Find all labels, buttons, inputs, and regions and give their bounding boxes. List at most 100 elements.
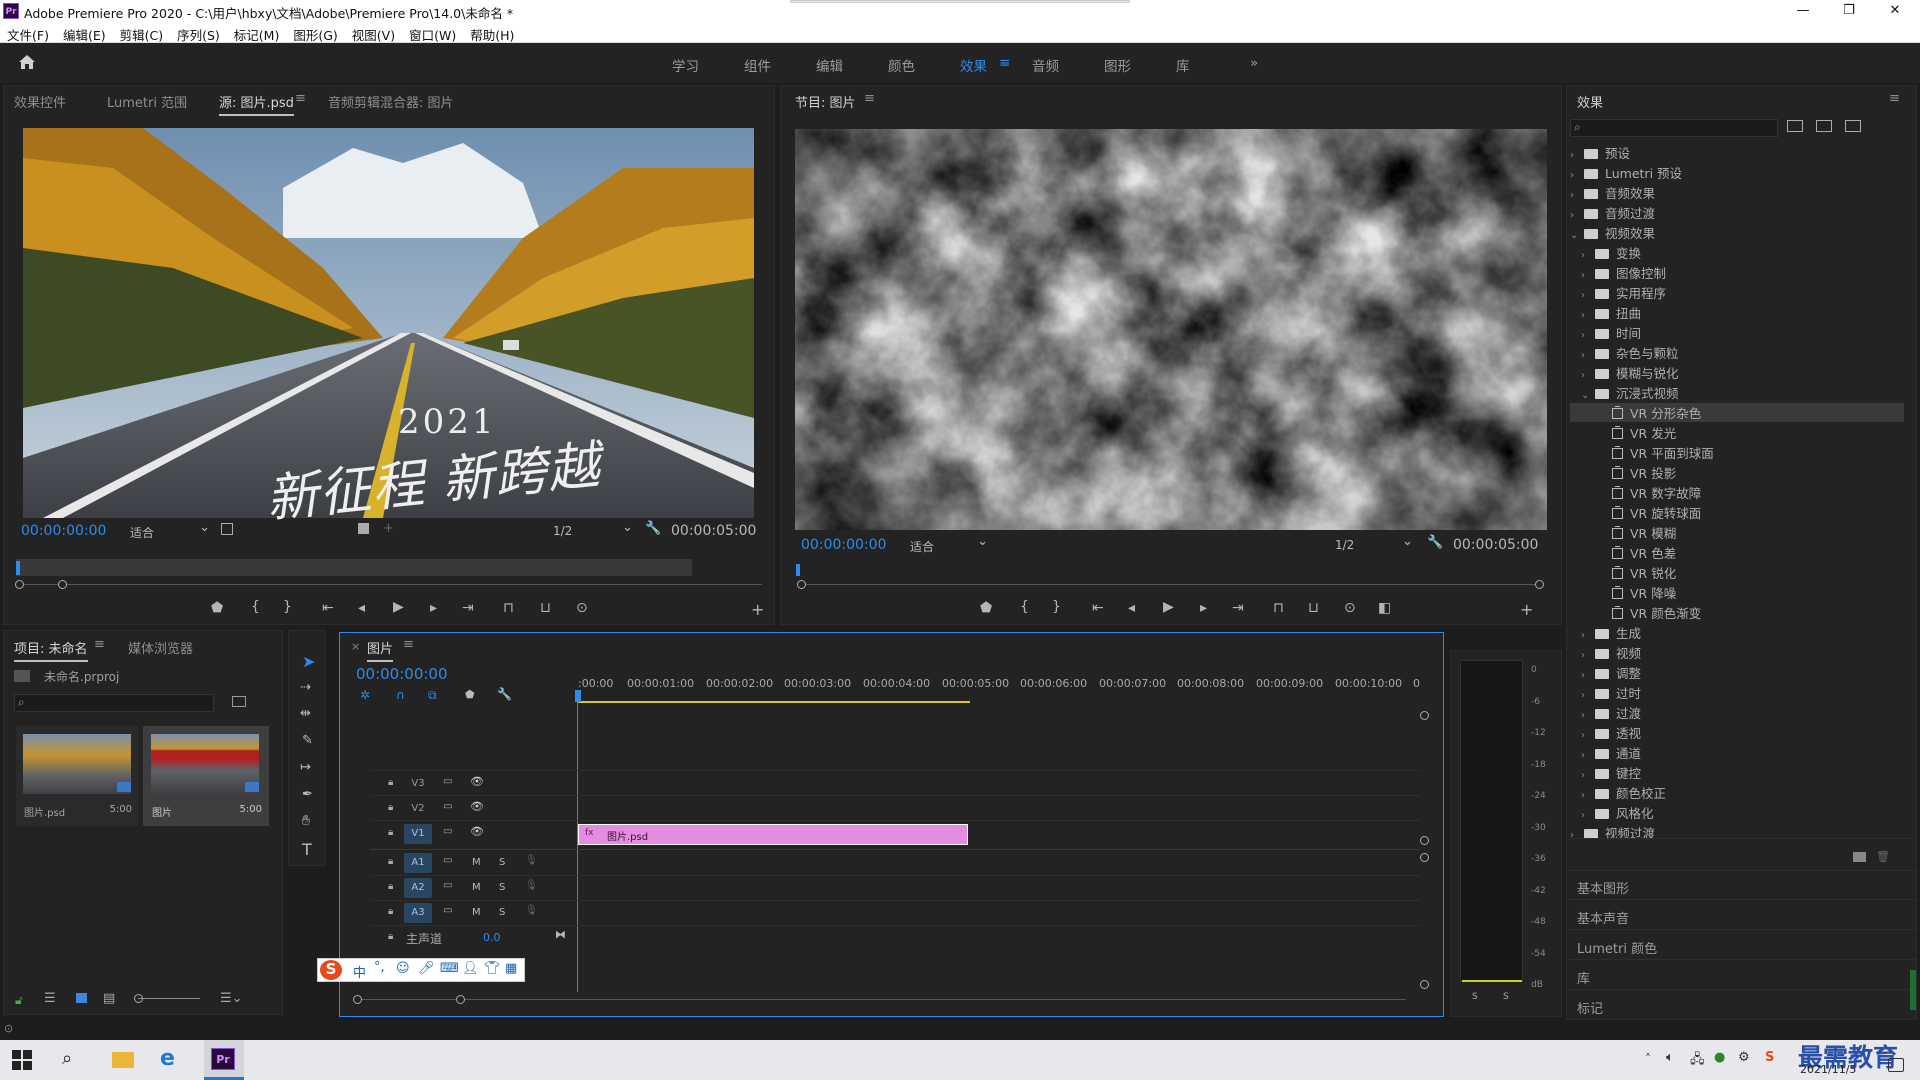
source-step-forward-icon[interactable]: ▸ [430, 600, 437, 616]
program-extract-icon[interactable]: ⊔ [1308, 600, 1319, 616]
program-zoom-bar[interactable] [800, 584, 1540, 585]
sequence-tab-menu-icon[interactable]: ≡ [403, 637, 414, 652]
timeline-clip[interactable]: fx 图片.psd [578, 824, 968, 845]
lock-icon[interactable]: 🔒︎ [388, 827, 393, 838]
essential-graphics-panel[interactable]: 基本图形 [1577, 878, 1629, 897]
solo-button[interactable]: S [499, 857, 505, 868]
effect-item[interactable]: VR 锐化 [1570, 563, 1676, 582]
ime-voice-icon[interactable]: 🎤︎ [418, 961, 435, 976]
project-item-sequence[interactable]: 图片 5:00 [143, 726, 269, 826]
master-volume-value[interactable]: 0.0 [483, 931, 501, 944]
eye-icon[interactable]: 👁︎ [470, 825, 484, 838]
effects-folder[interactable]: › 通道 [1570, 743, 1641, 762]
list-view-icon[interactable]: ☰ [44, 991, 56, 1006]
workspace-learn[interactable]: 学习 [672, 55, 699, 75]
effects-folder[interactable]: › 模糊与锐化 [1570, 363, 1679, 382]
program-zoom-handle-left[interactable] [797, 580, 806, 589]
voice-over-mic-icon[interactable]: 🎙︎ [525, 855, 538, 866]
source-zoom-handle-left[interactable] [15, 580, 24, 589]
project-search-input[interactable] [14, 694, 214, 712]
solo-button[interactable]: S [499, 907, 505, 918]
sync-lock-icon[interactable]: ▭ [443, 776, 452, 787]
effect-item[interactable]: VR 发光 [1570, 423, 1676, 442]
timeline-timecode[interactable]: 00:00:00:00 [356, 665, 448, 683]
source-step-back-icon[interactable]: ◂ [358, 600, 365, 616]
close-sequence-icon[interactable]: × [351, 640, 360, 653]
program-fit-dropdown[interactable]: 适合 [910, 534, 988, 555]
track-select-tool-icon[interactable]: ⇢ [300, 680, 311, 695]
chevron-right-icon[interactable]: › [1581, 670, 1595, 681]
restore-button[interactable]: ❐ [1826, 0, 1872, 22]
effects-folder[interactable]: › 过渡 [1570, 703, 1641, 722]
source-insert-icon[interactable]: + [383, 521, 394, 536]
effects-folder[interactable]: › 颜色校正 [1570, 783, 1666, 802]
chevron-right-icon[interactable]: › [1581, 250, 1595, 261]
sync-lock-icon[interactable]: ▭ [443, 855, 452, 866]
source-mark-in-icon[interactable]: { [251, 599, 260, 615]
tab-sequence[interactable]: 图片 [367, 638, 394, 662]
chevron-right-icon[interactable]: › [1581, 350, 1595, 361]
workspace-audio[interactable]: 音频 [1032, 55, 1059, 75]
ime-toolbox-icon[interactable]: ▦ [505, 961, 517, 976]
source-insert-button-icon[interactable]: ⊓ [503, 600, 514, 616]
sync-lock-icon[interactable]: ▭ [443, 801, 452, 812]
effect-item[interactable]: VR 投影 [1570, 463, 1676, 482]
program-button-editor-icon[interactable]: + [1520, 600, 1533, 619]
effect-item[interactable]: VR 平面到球面 [1570, 443, 1714, 462]
timeline-zoom-bar[interactable] [356, 999, 1406, 1000]
menu-marker[interactable]: 标记(M) [227, 22, 287, 44]
program-lift-icon[interactable]: ⊓ [1273, 600, 1284, 616]
markers-panel[interactable]: 标记 [1577, 998, 1603, 1017]
work-area-bar[interactable] [577, 701, 970, 703]
notification-center-icon[interactable] [1888, 1058, 1904, 1072]
menu-clip[interactable]: 剪辑(C) [113, 22, 170, 44]
chevron-right-icon[interactable]: › [1581, 330, 1595, 341]
file-explorer-icon[interactable] [112, 1052, 134, 1068]
menu-edit[interactable]: 编辑(E) [56, 22, 113, 44]
selection-tool-icon[interactable]: ➤ [302, 652, 315, 671]
menu-file[interactable]: 文件(F) [0, 22, 56, 44]
sogou-logo-icon[interactable]: S [320, 960, 342, 980]
timeline-zoom-handle-right[interactable] [456, 995, 465, 1004]
sync-lock-icon[interactable]: ▭ [443, 826, 452, 837]
program-compare-icon[interactable]: ◧ [1378, 600, 1391, 616]
accelerated-effects-icon[interactable] [1787, 120, 1803, 132]
chevron-right-icon[interactable]: › [1570, 830, 1584, 841]
effect-item[interactable]: VR 降噪 [1570, 583, 1676, 602]
timeline-marker-icon[interactable]: ⬟ [465, 688, 475, 701]
chevron-right-icon[interactable]: › [1581, 710, 1595, 721]
track-label-a3[interactable]: A3 [404, 903, 432, 923]
tab-audio-clip-mixer[interactable]: 音频剪辑混合器: 图片 [328, 92, 454, 111]
effects-folder[interactable]: › 变换 [1570, 243, 1641, 262]
effects-folder[interactable]: › 过时 [1570, 683, 1641, 702]
chevron-down-icon[interactable]: ⌄ [1581, 390, 1595, 401]
timeline-playhead-line[interactable] [577, 702, 578, 992]
video-scroll-handle-top[interactable] [1420, 711, 1429, 720]
new-bin-icon[interactable] [232, 696, 246, 707]
meter-solo-left-button[interactable]: S [1472, 992, 1478, 1002]
lock-icon[interactable]: 🔒︎ [388, 906, 393, 917]
mute-button[interactable]: M [472, 882, 481, 893]
program-export-frame-icon[interactable]: ⊙ [1344, 600, 1356, 616]
32bit-effects-icon[interactable] [1816, 120, 1832, 132]
track-label-a2[interactable]: A2 [404, 878, 432, 898]
eye-icon[interactable]: 👁︎ [470, 800, 484, 813]
program-tab-menu-icon[interactable]: ≡ [864, 91, 875, 106]
chevron-right-icon[interactable]: › [1570, 150, 1584, 161]
tab-source[interactable]: 源: 图片.psd [219, 92, 294, 116]
workspace-libraries[interactable]: 库 [1176, 55, 1190, 75]
mute-button[interactable]: M [472, 907, 481, 918]
effects-folder[interactable]: › 视频过渡 [1570, 823, 1655, 842]
effects-folder[interactable]: › 音频效果 [1570, 183, 1655, 202]
program-playhead[interactable] [796, 564, 800, 576]
sync-lock-icon[interactable]: ▭ [443, 905, 452, 916]
source-button-editor-icon[interactable]: + [751, 600, 764, 619]
close-button[interactable]: ✕ [1872, 0, 1918, 22]
menu-view[interactable]: 视图(V) [345, 22, 402, 44]
track-label-v3[interactable]: V3 [404, 774, 432, 794]
chevron-right-icon[interactable]: › [1581, 270, 1595, 281]
chevron-right-icon[interactable]: › [1581, 770, 1595, 781]
program-resolution-dropdown[interactable]: 1/2 [1335, 534, 1413, 552]
ripple-edit-tool-icon[interactable]: ⇹ [300, 706, 311, 721]
source-timecode[interactable]: 00:00:00:00 [21, 523, 106, 539]
